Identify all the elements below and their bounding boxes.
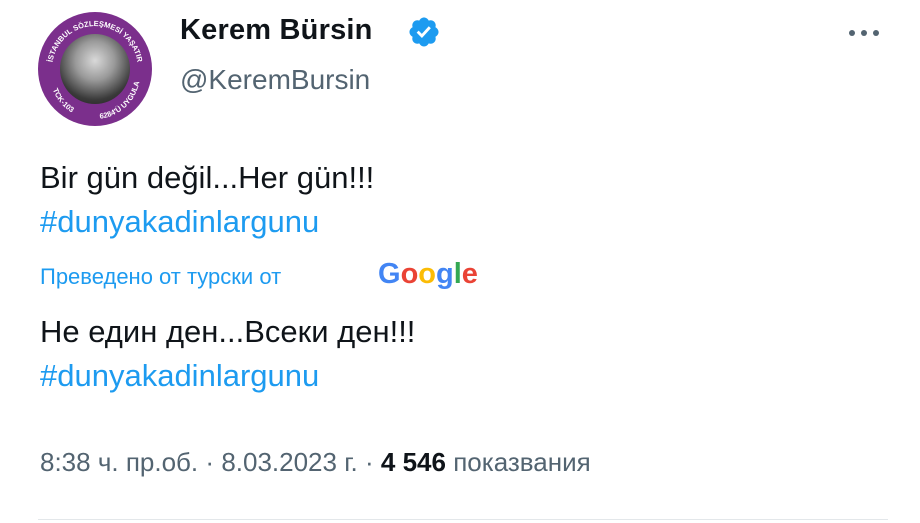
verified-badge-icon[interactable] (407, 15, 441, 49)
original-text: Bir gün değil...Her gün!!! (40, 160, 375, 195)
tweet-time[interactable]: 8:38 ч. пр.об. (40, 447, 198, 477)
google-logo: Google (378, 258, 478, 290)
views-label: показвания (453, 447, 591, 477)
divider (38, 519, 888, 520)
tweet-meta: 8:38 ч. пр.об. · 8.03.2023 г. · 4 546 по… (40, 447, 591, 478)
avatar[interactable]: İSTANBUL SÖZLEŞMESİ YAŞATIR TCK-103 6284… (38, 12, 152, 126)
meta-separator: · (364, 447, 374, 477)
tweet-date[interactable]: 8.03.2023 г. (221, 447, 357, 477)
translation-notice[interactable]: Преведено от турски от (40, 264, 281, 290)
display-name[interactable]: Kerem Bürsin (180, 14, 373, 47)
more-options-icon[interactable] (842, 18, 886, 48)
original-hashtag-link[interactable]: #dunyakadinlargunu (40, 204, 319, 240)
tweet-card: İSTANBUL SÖZLEŞMESİ YAŞATIR TCK-103 6284… (0, 0, 920, 523)
views-count: 4 546 (380, 447, 446, 477)
translated-text: Не един ден...Всеки ден!!! (40, 314, 416, 349)
handle[interactable]: @KeremBursin (180, 64, 370, 96)
meta-separator: · (205, 447, 215, 477)
avatar-photo (60, 34, 130, 104)
translated-hashtag-link[interactable]: #dunyakadinlargunu (40, 358, 319, 394)
